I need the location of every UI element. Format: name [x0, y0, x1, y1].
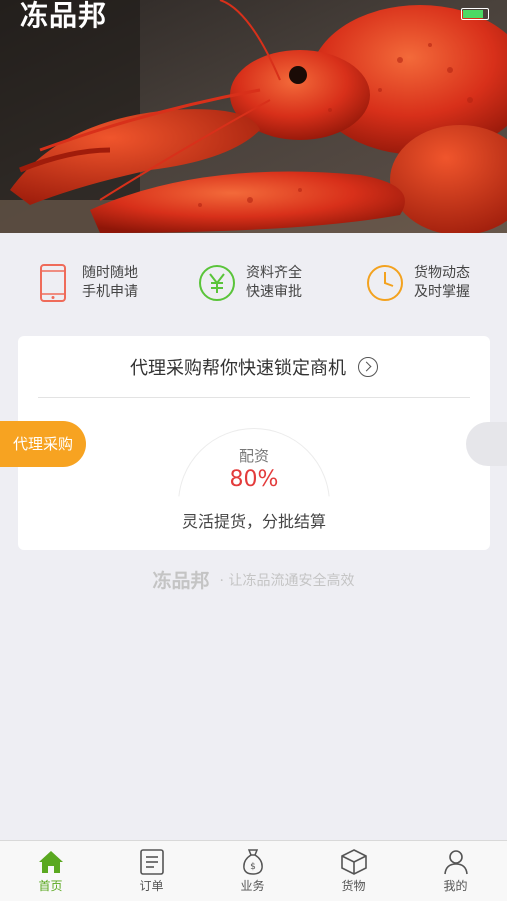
user-icon [443, 850, 468, 875]
battery-icon [461, 8, 489, 20]
feature-line2: 及时掌握 [414, 284, 470, 300]
lobster-image [0, 0, 507, 233]
clock-icon [367, 265, 403, 301]
next-card-handle[interactable] [466, 422, 507, 466]
divider [38, 397, 470, 398]
loan-label: 配资 [238, 447, 269, 465]
features-row: 随时随地 手机申请 资料齐全 快速审批 货物动态 及时掌握 [0, 233, 507, 335]
tab-label: 我的 [443, 879, 468, 893]
hero-banner[interactable]: 冻品邦 [0, 0, 507, 233]
brand-logo: 冻品邦 [20, 0, 108, 32]
yuan-icon [199, 265, 235, 301]
feature-quick-approval: 资料齐全 快速审批 [198, 261, 302, 305]
tab-home[interactable]: 首页 [0, 847, 101, 894]
money-bag-icon: $ [242, 849, 263, 875]
bottom-tabbar: 首页 订单 $ 业务 货物 我的 [0, 840, 507, 901]
home-icon [38, 851, 63, 873]
order-icon [139, 849, 164, 875]
tab-business[interactable]: $ 业务 [202, 847, 303, 894]
side-tab-proxy-purchase[interactable]: 代理采购 [0, 421, 86, 467]
svg-text:$: $ [250, 862, 256, 872]
phone-icon [40, 264, 66, 302]
feature-line2: 快速审批 [246, 284, 302, 300]
proxy-purchase-card[interactable]: 代理采购帮你快速锁定商机 配资 80% 灵活提货，分批结算 [18, 336, 490, 550]
tab-goods[interactable]: 货物 [303, 847, 404, 894]
box-icon [340, 849, 367, 875]
footer-brand: 冻品邦 [152, 570, 210, 592]
feature-line2: 手机申请 [82, 284, 138, 300]
tab-orders[interactable]: 订单 [101, 847, 202, 894]
feature-line1: 资料齐全 [246, 265, 302, 281]
loan-description: 灵活提货，分批结算 [181, 512, 326, 531]
tab-label: 货物 [341, 879, 366, 893]
footer-slogan: 冻品邦 · 让冻品流通安全高效 [0, 566, 507, 593]
tab-profile[interactable]: 我的 [405, 847, 506, 894]
tab-label: 首页 [38, 879, 63, 893]
loan-rate: 80% [229, 467, 279, 492]
tab-label: 订单 [139, 879, 164, 893]
tab-label: 业务 [240, 879, 265, 893]
chevron-right-circle-icon [358, 357, 378, 377]
feature-mobile-apply: 随时随地 手机申请 [34, 261, 138, 305]
card-title-link[interactable]: 代理采购帮你快速锁定商机 [18, 354, 490, 380]
footer-slogan-text: · 让冻品流通安全高效 [219, 572, 355, 589]
card-title: 代理采购帮你快速锁定商机 [130, 358, 346, 379]
feature-line1: 货物动态 [414, 265, 470, 281]
feature-goods-tracking: 货物动态 及时掌握 [366, 261, 470, 305]
feature-line1: 随时随地 [82, 265, 138, 281]
